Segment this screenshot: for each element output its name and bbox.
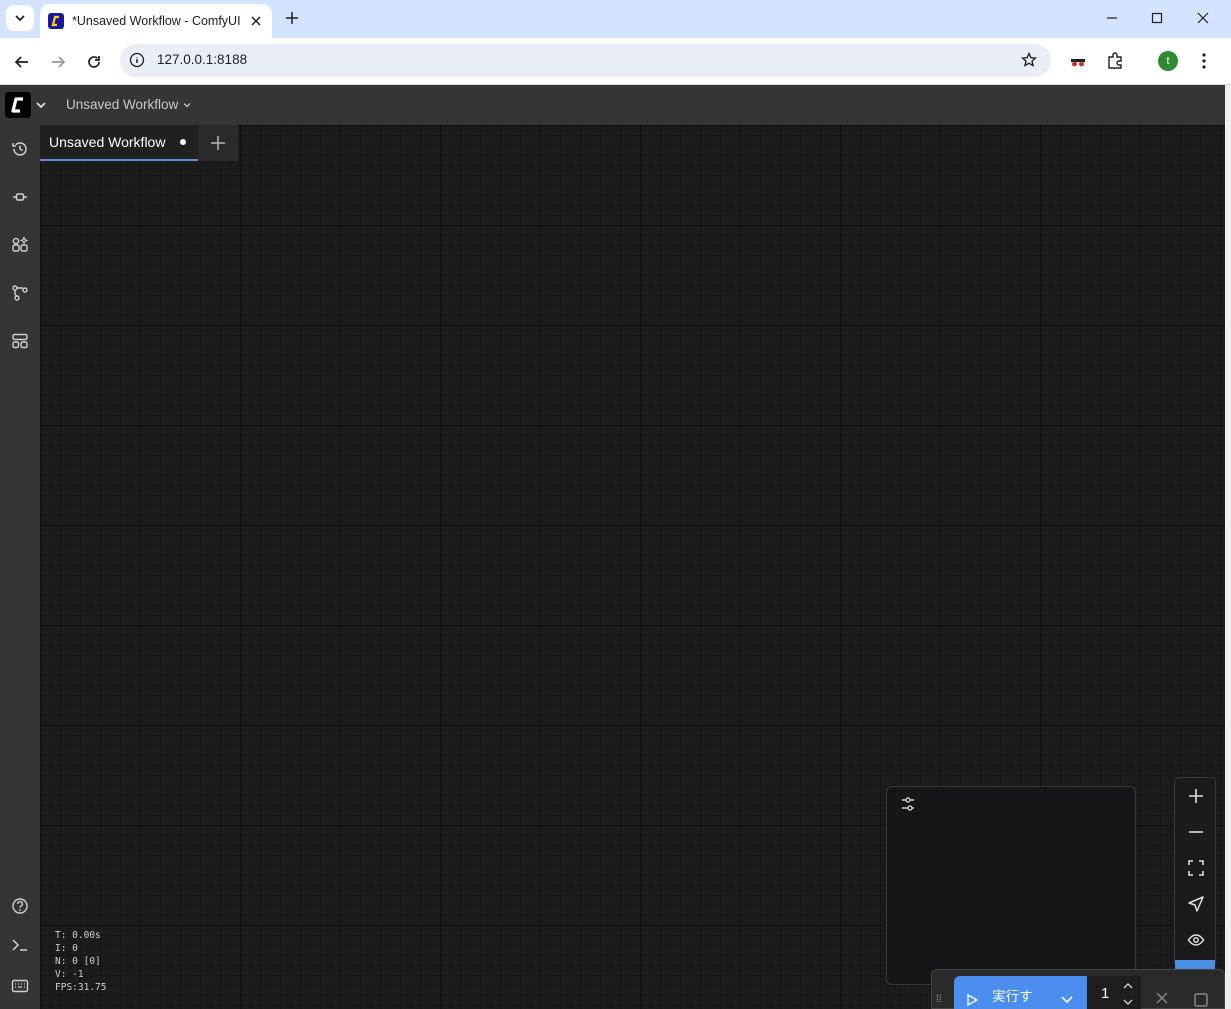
run-button-label: 実行す — [992, 989, 1033, 1004]
more-menu-icon[interactable] — [1192, 49, 1216, 73]
zoom-out-button[interactable] — [1185, 821, 1207, 843]
workflow-menu[interactable]: Unsaved Workflow — [66, 97, 192, 112]
chevron-down-icon[interactable] — [1121, 996, 1135, 1008]
close-window-button[interactable] — [1185, 5, 1221, 31]
queue-history-icon[interactable] — [8, 137, 32, 161]
reload-icon — [88, 56, 100, 68]
arrow-right-icon — [52, 56, 66, 68]
forward-button[interactable] — [45, 49, 71, 75]
stat-fps: FPS:31.75 — [55, 982, 107, 993]
run-button[interactable]: 実行す — [954, 976, 1087, 1009]
stat-i: I: 0 — [55, 943, 78, 954]
chevron-up-icon[interactable] — [1121, 980, 1135, 992]
model-library-icon[interactable] — [8, 233, 32, 257]
bookmark-star-icon[interactable] — [1019, 50, 1039, 70]
canvas-stats: T: 0.00s I: 0 N: 0 [0] V: -1 FPS:31.75 — [55, 929, 106, 994]
select-mode-button[interactable] — [1185, 893, 1207, 915]
minimap-panel[interactable] — [886, 786, 1136, 985]
tab-search-button[interactable] — [6, 5, 34, 31]
send-arrow-icon — [1188, 896, 1204, 912]
chevron-down-icon — [15, 15, 25, 22]
minus-icon — [1189, 831, 1203, 833]
unsaved-dot-icon — [180, 139, 186, 145]
fullscreen-icon — [1188, 860, 1204, 876]
url-text: 127.0.0.1:8188 — [157, 52, 248, 67]
sliders-settings-icon[interactable] — [899, 795, 917, 813]
new-tab-button[interactable] — [280, 6, 304, 30]
queue-panel-icon[interactable] — [1193, 992, 1209, 1008]
browser-tab-title: *Unsaved Workflow - ComfyUI — [72, 14, 241, 28]
stat-nodes: N: 0 [0] — [55, 956, 101, 967]
node-library-icon[interactable] — [8, 185, 32, 209]
extensions-puzzle-icon[interactable] — [1103, 49, 1127, 73]
workflow-tab-active[interactable]: Unsaved Workflow — [40, 125, 198, 161]
plus-icon — [1189, 789, 1203, 803]
batch-count-input[interactable]: 1 — [1087, 976, 1141, 1009]
keyboard-shortcuts-icon[interactable] — [8, 974, 32, 998]
browser-toolbar: 127.0.0.1:8188 t — [0, 38, 1231, 85]
close-icon — [1197, 12, 1209, 24]
back-button[interactable] — [9, 49, 35, 75]
zoom-in-button[interactable] — [1185, 785, 1207, 807]
terminal-icon[interactable] — [8, 933, 32, 957]
workflow-menu-label: Unsaved Workflow — [66, 97, 179, 112]
minimize-icon — [1107, 17, 1117, 19]
close-tab-icon[interactable] — [246, 11, 266, 31]
window-right-edge — [1225, 85, 1231, 1009]
maximize-icon — [1151, 12, 1163, 24]
eye-icon — [1187, 934, 1205, 946]
cancel-run-icon[interactable] — [1154, 990, 1170, 1006]
address-bar[interactable]: 127.0.0.1:8188 — [120, 44, 1051, 77]
workflow-tab-label: Unsaved Workflow — [49, 134, 166, 150]
plus-icon — [211, 136, 225, 150]
stat-time: T: 0.00s — [55, 930, 101, 941]
arrow-left-icon — [14, 56, 28, 68]
chevron-down-icon[interactable] — [35, 99, 47, 111]
help-icon[interactable] — [8, 894, 32, 918]
drag-handle-icon[interactable]: ⁞⁞ — [936, 994, 942, 1005]
browser-tab-active[interactable]: *Unsaved Workflow - ComfyUI — [40, 4, 272, 38]
canvas-controls — [1174, 777, 1216, 967]
browser-tabbar: *Unsaved Workflow - ComfyUI — [0, 0, 1231, 38]
plus-icon — [286, 12, 298, 24]
comfyui-favicon-icon — [48, 13, 64, 29]
chevron-down-icon — [183, 102, 191, 107]
play-icon — [967, 994, 978, 1006]
toggle-links-button[interactable] — [1185, 929, 1207, 951]
site-info-icon[interactable] — [128, 51, 146, 69]
incognito-extension-icon[interactable] — [1066, 49, 1090, 73]
reload-button[interactable] — [81, 49, 107, 75]
minimize-window-button[interactable] — [1094, 5, 1130, 31]
left-sidebar — [0, 125, 40, 1009]
fit-view-button[interactable] — [1185, 857, 1207, 879]
workflow-tabs: Unsaved Workflow — [40, 125, 238, 161]
workflows-icon[interactable] — [8, 281, 32, 305]
profile-avatar[interactable]: t — [1158, 51, 1178, 71]
queue-run-bar: ⁞⁞ 実行す 1 — [931, 969, 1225, 1009]
templates-icon[interactable] — [8, 329, 32, 353]
maximize-window-button[interactable] — [1139, 5, 1175, 31]
chevron-down-icon[interactable] — [1060, 992, 1074, 1006]
comfyui-app: Unsaved Workflow Unsaved Workflow T: 0.0… — [0, 85, 1225, 1009]
batch-count-value: 1 — [1101, 985, 1110, 1002]
new-workflow-tab-button[interactable] — [198, 125, 238, 161]
comfyui-logo-icon — [11, 97, 23, 113]
top-menubar: Unsaved Workflow — [0, 85, 1225, 125]
stat-v: V: -1 — [55, 969, 84, 980]
comfyui-logo[interactable] — [5, 92, 31, 118]
